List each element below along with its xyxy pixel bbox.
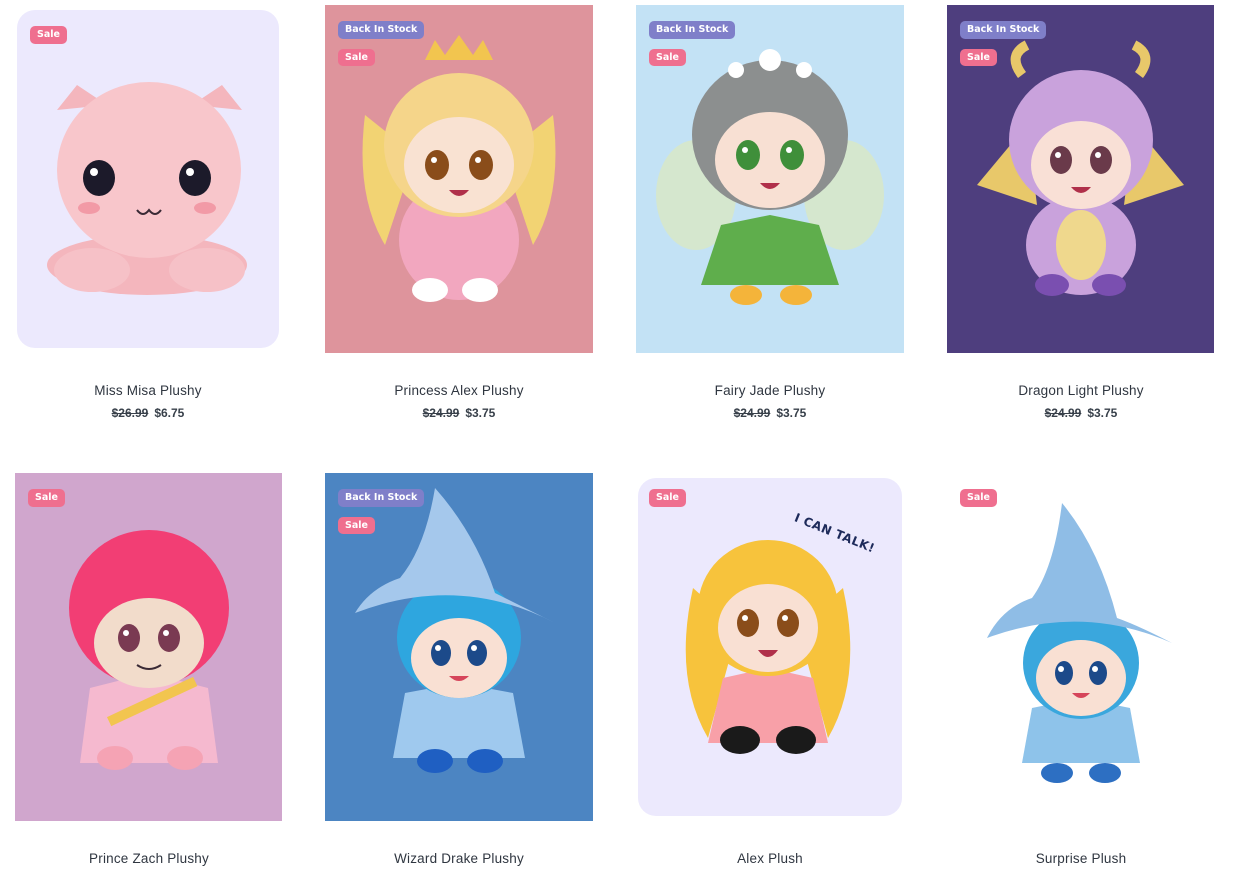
product-image[interactable]: I CAN TALK! Sale xyxy=(638,478,902,816)
original-price: $24.99 xyxy=(733,406,771,420)
product-title[interactable]: Dragon Light Plushy xyxy=(947,383,1215,398)
product-price: $24.99 $3.75 xyxy=(947,406,1215,420)
badge-group: Back In Stock Sale xyxy=(338,489,425,534)
product-image[interactable]: Back In Stock Sale xyxy=(636,5,904,353)
badge-group: Sale xyxy=(28,489,65,507)
sale-price: $3.75 xyxy=(465,406,496,420)
badge-group: Sale xyxy=(30,26,67,44)
sale-badge: Sale xyxy=(338,516,375,534)
product-price: $26.99 $6.75 xyxy=(17,406,279,420)
back-in-stock-badge: Back In Stock xyxy=(338,489,425,507)
back-in-stock-badge: Back In Stock xyxy=(338,21,425,39)
badge-group: Sale xyxy=(960,489,997,507)
product-title[interactable]: Princess Alex Plushy xyxy=(325,383,593,398)
original-price: $26.99 xyxy=(111,406,149,420)
back-in-stock-badge: Back In Stock xyxy=(960,21,1047,39)
product-price: $24.99 $3.75 xyxy=(636,406,904,420)
sale-price: $3.75 xyxy=(776,406,807,420)
product-title[interactable]: Fairy Jade Plushy xyxy=(636,383,904,398)
pink-cat-plush-image xyxy=(47,82,247,295)
product-title[interactable]: Miss Misa Plushy xyxy=(17,383,279,398)
badge-group: Back In Stock Sale xyxy=(649,21,736,66)
talking-plush-image xyxy=(685,540,851,754)
badge-group: Sale xyxy=(649,489,686,507)
sale-badge: Sale xyxy=(960,489,997,507)
badge-group: Back In Stock Sale xyxy=(960,21,1047,66)
original-price: $24.99 xyxy=(422,406,460,420)
sale-badge: Sale xyxy=(649,48,686,66)
product-image[interactable]: Back In Stock Sale xyxy=(325,5,593,353)
product-image[interactable]: Sale xyxy=(17,10,279,348)
product-price: $24.99 $3.75 xyxy=(325,406,593,420)
back-in-stock-badge: Back In Stock xyxy=(649,21,736,39)
product-title[interactable]: Surprise Plush xyxy=(947,851,1215,866)
sale-badge: Sale xyxy=(28,489,65,507)
product-image[interactable]: Sale xyxy=(15,473,282,821)
original-price: $24.99 xyxy=(1044,406,1082,420)
product-title[interactable]: Alex Plush xyxy=(638,851,902,866)
product-image[interactable]: Back In Stock Sale xyxy=(325,473,593,821)
surprise-plush-image xyxy=(987,503,1172,783)
sale-badge: Sale xyxy=(649,489,686,507)
badge-group: Back In Stock Sale xyxy=(338,21,425,66)
sale-price: $6.75 xyxy=(154,406,185,420)
product-title[interactable]: Prince Zach Plushy xyxy=(15,851,283,866)
sale-badge: Sale xyxy=(338,48,375,66)
sale-price: $3.75 xyxy=(1087,406,1118,420)
product-image[interactable]: Sale xyxy=(947,473,1214,821)
sale-badge: Sale xyxy=(30,26,67,44)
sale-badge: Sale xyxy=(960,48,997,66)
prince-plush-image xyxy=(69,530,229,770)
product-title[interactable]: Wizard Drake Plushy xyxy=(325,851,593,866)
product-image[interactable]: Back In Stock Sale xyxy=(947,5,1214,353)
